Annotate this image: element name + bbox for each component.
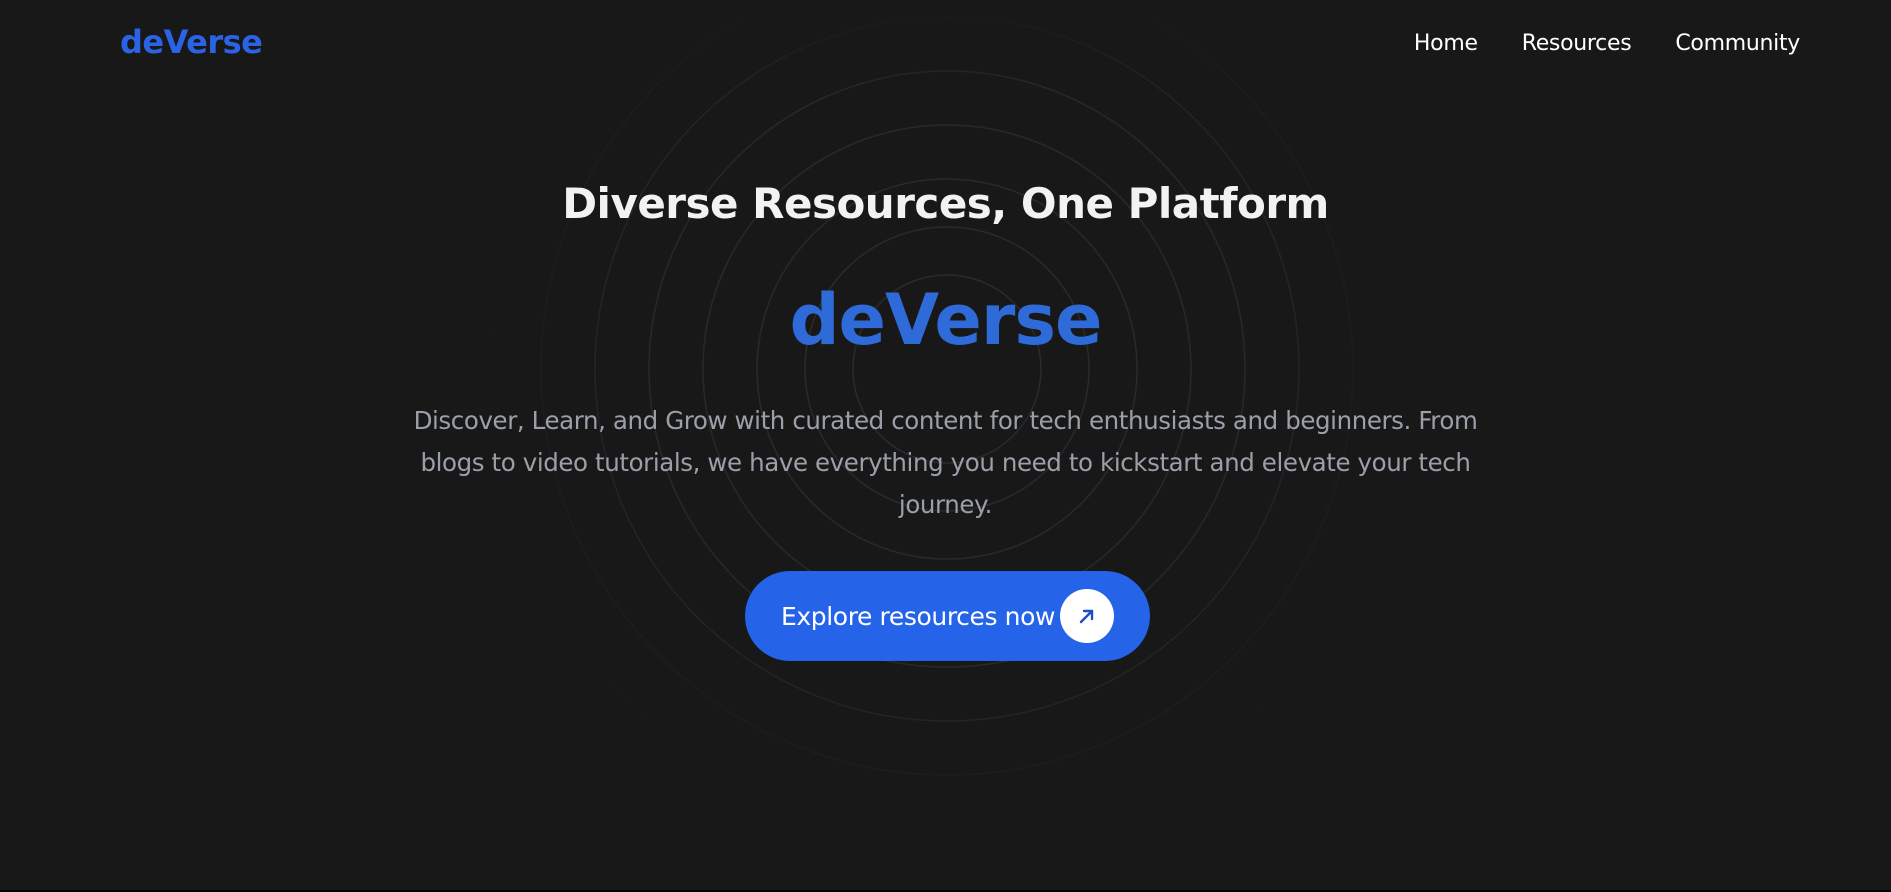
arrow-up-right-icon xyxy=(1060,589,1114,643)
nav-item-resources[interactable]: Resources xyxy=(1522,28,1632,60)
hero-title: Diverse Resources, One Platform xyxy=(562,179,1329,228)
brand-logo[interactable]: deVerse xyxy=(120,22,263,62)
nav-item-community[interactable]: Community xyxy=(1675,28,1800,60)
hero-brand-name: deVerse xyxy=(789,279,1102,361)
explore-resources-label: Explore resources now xyxy=(781,601,1056,631)
nav-item-home[interactable]: Home xyxy=(1414,28,1478,60)
hero-description: Discover, Learn, and Grow with curated c… xyxy=(413,406,1478,519)
main-nav: Home Resources Community xyxy=(1414,28,1800,60)
landing-page: deVerse Home Resources Community Diverse… xyxy=(0,0,1891,892)
explore-resources-button[interactable]: Explore resources now xyxy=(745,571,1150,661)
